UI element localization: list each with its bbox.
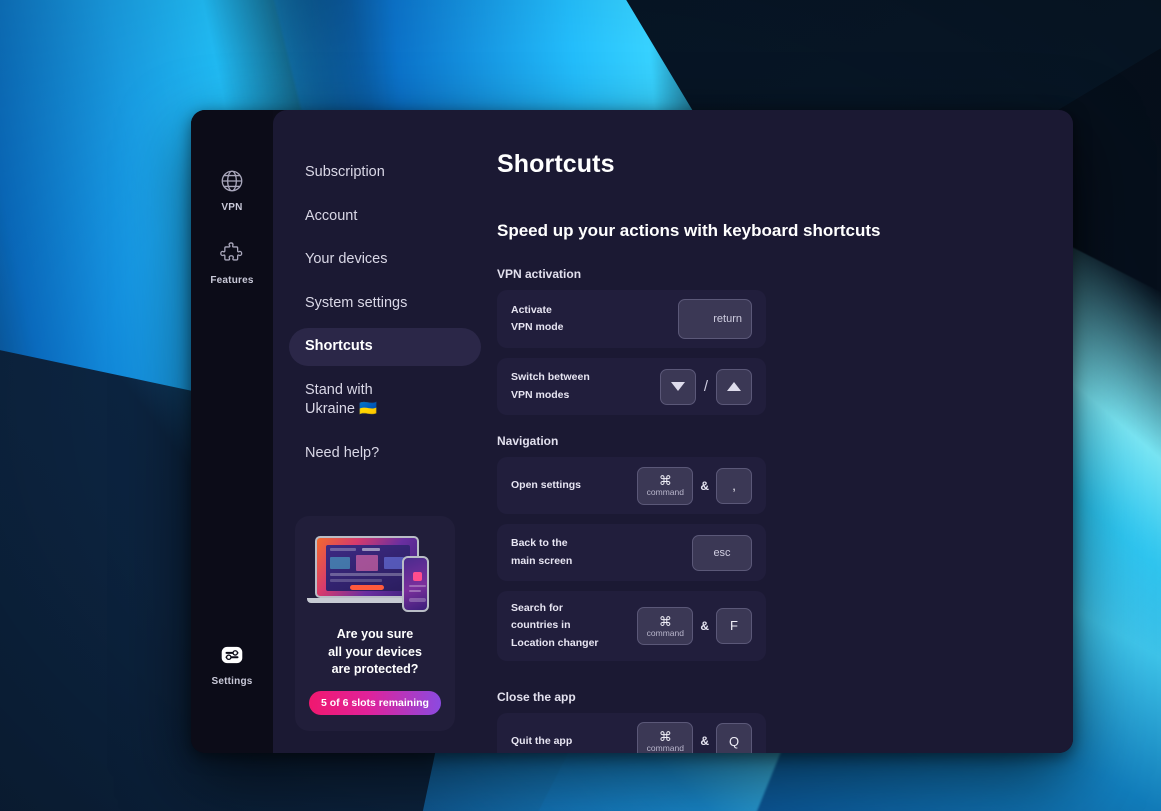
devices-promo-card[interactable]: Are you sure all your devices are protec…: [295, 515, 455, 731]
key-esc[interactable]: esc: [692, 534, 752, 571]
menu-item-your-devices[interactable]: Your devices: [289, 241, 481, 279]
shortcut-card-activate-vpn-mode[interactable]: Activate VPN mode return: [497, 290, 766, 348]
command-glyph-icon: ⌘: [658, 473, 672, 489]
rail-item-vpn[interactable]: VPN: [191, 162, 273, 219]
group-label: Close the app: [497, 689, 576, 704]
key-separator-ampersand: &: [700, 478, 709, 493]
promo-title: Are you sure all your devices are protec…: [328, 626, 422, 677]
key-command-label: command: [646, 487, 684, 498]
shortcut-keys: ⌘ command & Q: [637, 722, 752, 753]
key-command-label: command: [646, 743, 684, 753]
shortcut-label: Search for countries in Location changer: [511, 602, 599, 649]
key-command[interactable]: ⌘ command: [637, 722, 694, 753]
key-f[interactable]: F: [716, 607, 752, 644]
shortcut-label: Switch between VPN modes: [511, 371, 590, 401]
shortcut-keys: return: [678, 299, 752, 339]
shortcut-card-search-countries[interactable]: Search for countries in Location changer…: [497, 591, 766, 661]
shortcut-card-back-to-main-screen[interactable]: Back to the main screen esc: [497, 524, 766, 581]
rail-bottom-group: Settings: [191, 636, 273, 693]
menu-item-subscription[interactable]: Subscription: [289, 154, 481, 192]
shortcut-row: Quit the app ⌘ command & Q: [497, 712, 1033, 753]
menu-item-stand-with-ukraine[interactable]: Stand with Ukraine 🇺🇦: [289, 372, 481, 429]
group-label: Navigation: [497, 434, 559, 448]
key-arrow-up[interactable]: [716, 368, 752, 405]
key-comma[interactable]: ,: [716, 467, 752, 504]
slots-remaining-badge[interactable]: 5 of 6 slots remaining: [309, 691, 441, 715]
shortcut-label: Open settings: [511, 478, 582, 491]
settings-panel: Subscription Account Your devices System…: [273, 110, 1073, 753]
shortcut-group-navigation: Navigation Open settings ⌘ command & , B…: [497, 434, 1033, 671]
menu-item-system-settings[interactable]: System settings: [289, 285, 481, 323]
rail-item-features[interactable]: Features: [191, 235, 273, 292]
shortcut-group-close-the-app: Close the app Quit the app ⌘ command & Q: [497, 690, 1033, 753]
shortcut-card-quit-the-app[interactable]: Quit the app ⌘ command & Q: [497, 712, 766, 753]
key-separator-slash: /: [703, 378, 708, 395]
shortcuts-content: Shortcuts Speed up your actions with key…: [497, 110, 1073, 753]
section-heading: Speed up your actions with keyboard shor…: [497, 221, 881, 240]
rail-item-settings-label: Settings: [211, 676, 253, 687]
key-return[interactable]: return: [678, 299, 752, 339]
command-glyph-icon: ⌘: [658, 729, 672, 745]
key-q[interactable]: Q: [716, 723, 752, 753]
key-command-label: command: [646, 627, 684, 638]
key-separator-ampersand: &: [700, 734, 709, 749]
vpn-app-window: VPN Features Settings Subscription Accou…: [191, 110, 1073, 753]
shortcut-row: Activate VPN mode return Switch between …: [497, 290, 1033, 415]
shortcut-group-vpn-activation: VPN activation Activate VPN mode return …: [497, 267, 1033, 415]
shortcut-label: Back to the main screen: [511, 537, 573, 567]
key-separator-ampersand: &: [700, 618, 709, 633]
rail-item-settings[interactable]: Settings: [191, 636, 273, 693]
shortcut-keys: esc: [692, 534, 752, 571]
devices-illustration: [307, 532, 443, 616]
menu-item-account[interactable]: Account: [289, 198, 481, 236]
settings-menu: Subscription Account Your devices System…: [273, 110, 497, 753]
rail-item-vpn-label: VPN: [221, 202, 243, 213]
phone-icon: [402, 555, 429, 612]
key-arrow-down[interactable]: [659, 368, 696, 405]
settings-sliders-icon: [219, 642, 245, 668]
command-glyph-icon: ⌘: [658, 613, 672, 629]
arrow-down-icon: [670, 382, 685, 391]
page-title: Shortcuts: [497, 150, 615, 178]
menu-item-shortcuts[interactable]: Shortcuts: [289, 328, 481, 366]
puzzle-piece-icon: [219, 241, 245, 267]
shortcut-keys: /: [659, 368, 752, 405]
shortcut-keys: ⌘ command & ,: [637, 466, 752, 505]
shortcut-row: Open settings ⌘ command & , Back to the …: [497, 457, 1033, 671]
icon-rail: VPN Features Settings: [191, 110, 273, 753]
shortcut-card-open-settings[interactable]: Open settings ⌘ command & ,: [497, 457, 766, 514]
shortcut-card-switch-vpn-modes[interactable]: Switch between VPN modes /: [497, 358, 766, 415]
shortcut-label: Activate VPN mode: [511, 303, 564, 333]
rail-item-features-label: Features: [210, 275, 254, 286]
group-label: VPN activation: [497, 267, 582, 281]
menu-item-need-help[interactable]: Need help?: [289, 435, 481, 473]
desktop-wallpaper: VPN Features Settings Subscription Accou…: [0, 0, 1161, 811]
arrow-up-icon: [727, 382, 741, 391]
key-command[interactable]: ⌘ command: [637, 606, 694, 645]
shortcut-label: Quit the app: [511, 734, 573, 747]
shortcut-keys: ⌘ command & F: [637, 606, 752, 645]
key-command[interactable]: ⌘ command: [637, 466, 694, 505]
globe-icon: [219, 168, 245, 194]
